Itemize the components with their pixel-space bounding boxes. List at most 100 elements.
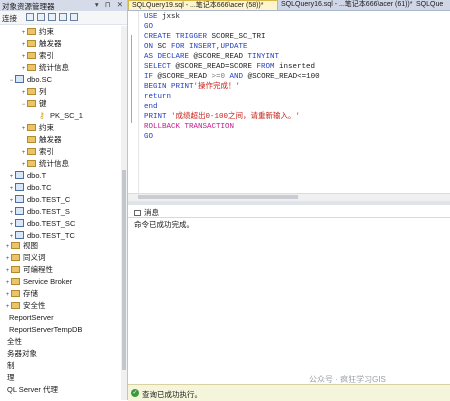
tree-node-label: 列 bbox=[39, 87, 47, 96]
code-line-6: SELECT @SCORE_READ=SCORE FROM inserted bbox=[144, 63, 316, 71]
table-icon bbox=[15, 195, 24, 203]
tree-node[interactable]: − 键 bbox=[20, 98, 47, 109]
panel-window-buttons[interactable]: ▾ ⊓ ✕ bbox=[95, 0, 125, 9]
tree-node-label: 务器对象 bbox=[7, 349, 37, 358]
tree-node-label: 理 bbox=[7, 373, 15, 382]
tree-node-label: dbo.TEST_SC bbox=[27, 219, 76, 228]
tree-node[interactable]: 理 bbox=[0, 372, 15, 383]
tree-node[interactable]: + dbo.TEST_SC bbox=[8, 218, 75, 229]
table-icon bbox=[15, 231, 24, 239]
code-line-11: PRINT '成绩超出0-100之间，请重新输入。' bbox=[144, 113, 301, 121]
code-line-8: BEGIN PRINT'操作完成！' bbox=[144, 83, 241, 91]
sql-editor[interactable]: USE jxsk GO CREATE TRIGGER SCORE_SC_TRI … bbox=[128, 11, 450, 193]
editor-gutter bbox=[128, 11, 139, 193]
folder-icon bbox=[27, 28, 36, 35]
tree-node-label: PK_SC_1 bbox=[50, 111, 83, 120]
tree-node[interactable]: + 统计信息 bbox=[20, 62, 69, 73]
object-explorer-panel: 对象资源管理器 ▾ ⊓ ✕ 连接 + 约束 + 触发器 + 索引 + 统计信息 − dbo.SC +… bbox=[0, 0, 128, 400]
tab-sqlquery19[interactable]: SQLQuery19.sql - ...笔记本666\acer (58))* bbox=[128, 0, 278, 10]
folder-icon bbox=[27, 64, 36, 71]
table-icon bbox=[15, 219, 24, 227]
tree-node-label: 统计信息 bbox=[39, 63, 69, 72]
tree-node[interactable]: + 可编程性 bbox=[4, 264, 53, 275]
folder-icon bbox=[27, 52, 36, 59]
tree-node[interactable]: QL Server 代理 bbox=[0, 384, 58, 395]
refresh-icon[interactable] bbox=[70, 13, 78, 21]
key-icon: ⚷ bbox=[39, 111, 45, 120]
tree-node-label: 视图 bbox=[23, 241, 38, 250]
tree-node-label: dbo.SC bbox=[27, 75, 53, 84]
tree-node[interactable]: − dbo.SC bbox=[8, 74, 52, 85]
table-icon bbox=[15, 207, 24, 215]
folder-icon bbox=[27, 160, 36, 167]
tree-node-label: 存储 bbox=[23, 289, 38, 298]
editor-horizontal-scroll-thumb[interactable] bbox=[138, 195, 298, 199]
tree-node-label: 同义词 bbox=[23, 253, 46, 262]
folder-icon bbox=[27, 40, 36, 47]
tree-node-label: 统计信息 bbox=[39, 159, 69, 168]
result-message: 命令已成功完成。 bbox=[134, 220, 194, 229]
message-icon bbox=[134, 210, 141, 216]
filter-icon[interactable] bbox=[59, 13, 67, 21]
tree-node[interactable]: 制 bbox=[0, 360, 15, 371]
object-explorer-scroll-thumb[interactable] bbox=[122, 170, 126, 370]
collapse-icon[interactable]: − bbox=[8, 76, 15, 87]
tree-node-label: dbo.TEST_S bbox=[27, 207, 70, 216]
folder-icon bbox=[11, 266, 20, 273]
table-icon bbox=[15, 75, 24, 83]
tab-sqlquery-truncated[interactable]: SQLQue bbox=[413, 0, 450, 10]
code-line-5: AS DECLARE @SCORE_READ TINYINT bbox=[144, 53, 280, 61]
status-bar: ✓ 查询已成功执行。 bbox=[128, 384, 450, 401]
tree-node[interactable]: + dbo.TC bbox=[8, 182, 52, 193]
tree-node[interactable]: + 索引 bbox=[20, 146, 54, 157]
tree-node[interactable]: + 同义词 bbox=[4, 252, 46, 263]
tree-node-label: dbo.TC bbox=[27, 183, 52, 192]
tree-node-label: ReportServer bbox=[9, 313, 54, 322]
folder-icon bbox=[27, 124, 36, 131]
tree-node[interactable]: + dbo.TEST_C bbox=[8, 194, 70, 205]
tree-node[interactable]: + 安全性 bbox=[4, 300, 46, 311]
stop-icon[interactable] bbox=[48, 13, 56, 21]
code-line-10: end bbox=[144, 103, 158, 111]
tree-node[interactable]: + Service Broker bbox=[4, 276, 72, 287]
tree-node[interactable]: + 约束 bbox=[20, 122, 54, 133]
tree-node-label: 触发器 bbox=[39, 135, 62, 144]
tree-node[interactable]: + 列 bbox=[20, 86, 47, 97]
tree-node[interactable]: ⚷ PK_SC_1 bbox=[32, 110, 83, 121]
code-line-4: ON SC FOR INSERT,UPDATE bbox=[144, 43, 248, 51]
tree-node-label: 安全性 bbox=[23, 301, 46, 310]
tree-node[interactable]: + 存储 bbox=[4, 288, 38, 299]
tree-node[interactable]: ReportServer bbox=[2, 312, 54, 323]
folder-icon bbox=[27, 88, 36, 95]
folder-icon bbox=[27, 136, 36, 143]
connect-icon[interactable] bbox=[26, 13, 34, 21]
tree-node[interactable]: + dbo.T bbox=[8, 170, 46, 181]
folder-icon bbox=[11, 290, 20, 297]
tree-node-label: 可编程性 bbox=[23, 265, 53, 274]
tree-node[interactable]: + 统计信息 bbox=[20, 158, 69, 169]
code-line-2: GO bbox=[144, 23, 154, 31]
connect-button[interactable]: 连接 bbox=[2, 13, 17, 23]
tree-node-label: 键 bbox=[39, 99, 47, 108]
tree-node[interactable]: 全性 bbox=[0, 336, 22, 347]
tree-node-label: dbo.T bbox=[27, 171, 47, 180]
status-message: 查询已成功执行。 bbox=[142, 390, 202, 399]
tree-node[interactable]: 务器对象 bbox=[0, 348, 37, 359]
tree-node[interactable]: + 约束 bbox=[20, 26, 54, 37]
collapse-icon[interactable]: − bbox=[20, 100, 27, 111]
code-line-1: USE jxsk bbox=[144, 13, 181, 21]
tree-node[interactable]: + 索引 bbox=[20, 50, 54, 61]
tree-node-label: dbo.TEST_TC bbox=[27, 231, 75, 240]
results-pane: 消息 命令已成功完成。 bbox=[128, 205, 450, 385]
disconnect-icon[interactable] bbox=[37, 13, 45, 21]
tree-node[interactable]: 触发器 bbox=[20, 134, 62, 145]
tree-node[interactable]: + 触发器 bbox=[20, 38, 62, 49]
folder-icon bbox=[11, 254, 20, 261]
tree-node-label: 约束 bbox=[39, 27, 54, 36]
table-icon bbox=[15, 183, 24, 191]
tree-node[interactable]: ReportServerTempDB bbox=[2, 324, 82, 335]
tree-node[interactable]: + 视图 bbox=[4, 240, 38, 251]
tab-sqlquery16[interactable]: SQLQuery16.sql - ...笔记本666\acer (61))* bbox=[278, 0, 413, 10]
tree-node[interactable]: + dbo.TEST_S bbox=[8, 206, 70, 217]
tree-node-label: Service Broker bbox=[23, 277, 73, 286]
